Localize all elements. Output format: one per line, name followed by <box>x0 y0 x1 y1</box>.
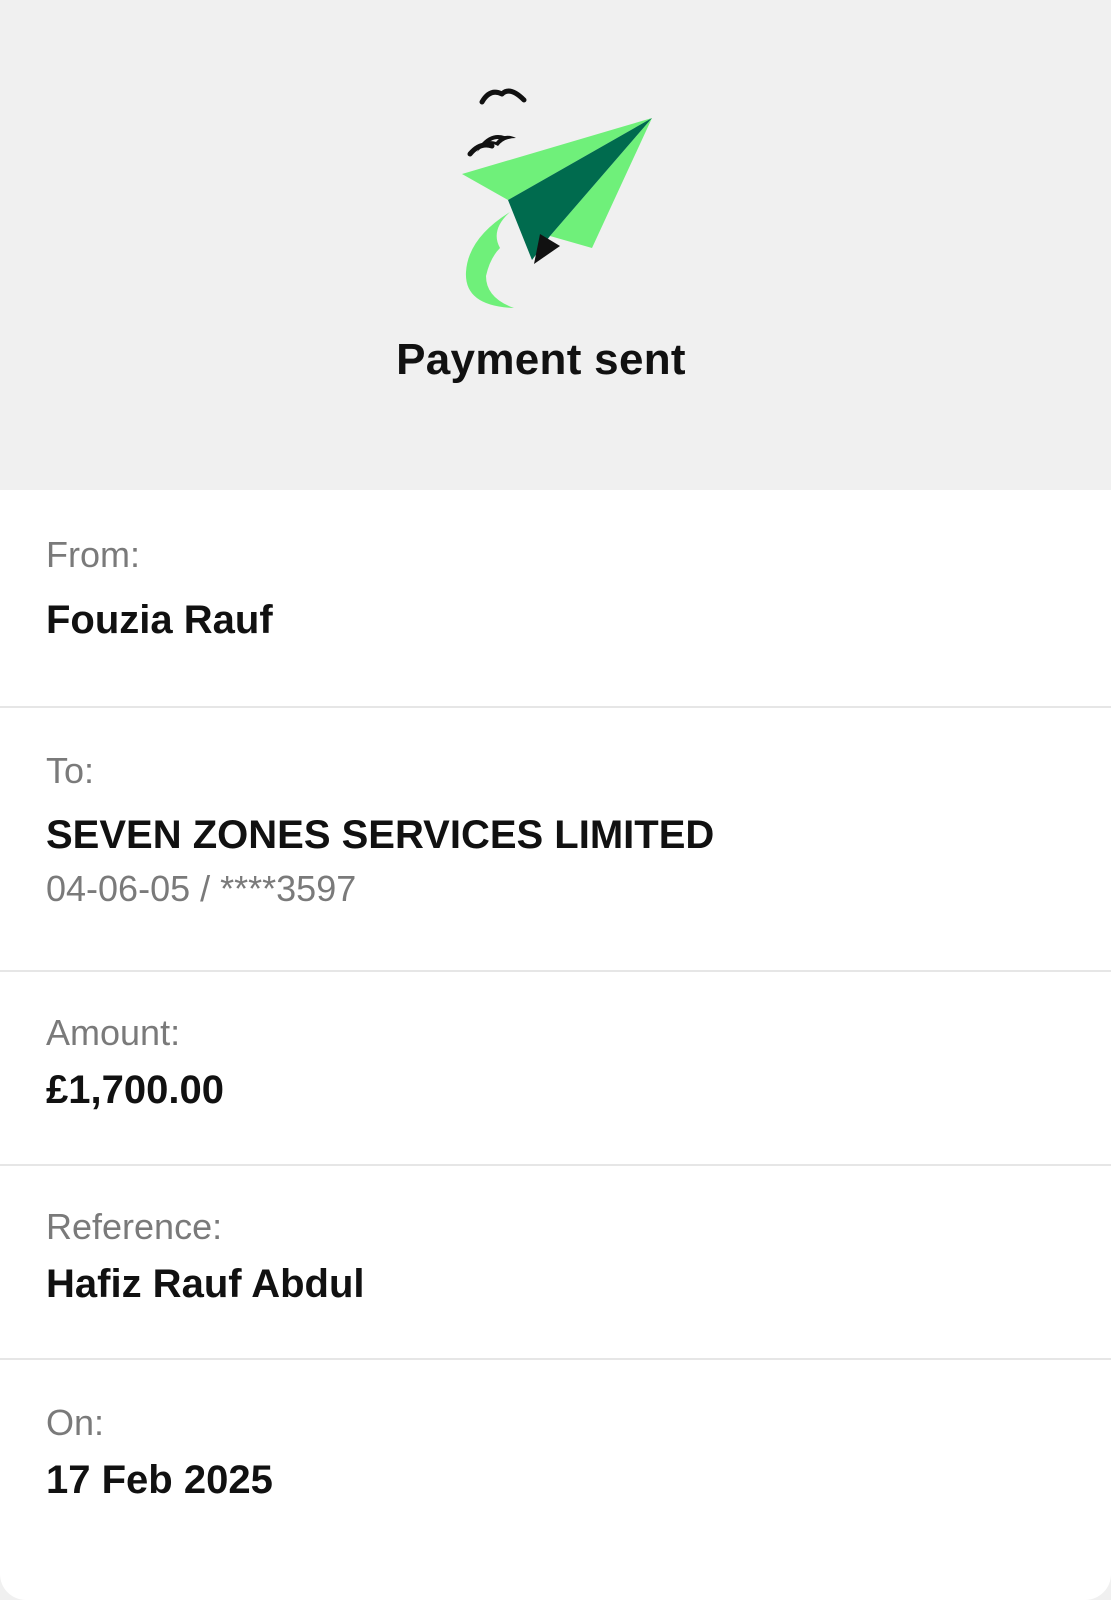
to-value: SEVEN ZONES SERVICES LIMITED <box>46 813 715 857</box>
to-section: To: SEVEN ZONES SERVICES LIMITED 04-06-0… <box>0 708 1111 972</box>
to-account: 04-06-05 / ****3597 <box>46 868 357 909</box>
page-title: Payment sent <box>396 335 686 384</box>
confirmation-header: Payment sent <box>0 0 1111 490</box>
amount-value: £1,700.00 <box>46 1068 224 1112</box>
amount-label: Amount: <box>46 1012 181 1053</box>
date-section: On: 17 Feb 2025 <box>0 1360 1111 1600</box>
date-label: On: <box>46 1402 105 1443</box>
reference-label: Reference: <box>46 1206 223 1247</box>
payment-details-card: From: Fouzia Rauf To: SEVEN ZONES SERVIC… <box>0 490 1111 1600</box>
amount-section: Amount: £1,700.00 <box>0 972 1111 1166</box>
from-label: From: <box>46 534 140 575</box>
date-value: 17 Feb 2025 <box>46 1458 273 1502</box>
paper-plane-icon <box>462 88 652 308</box>
reference-section: Reference: Hafiz Rauf Abdul <box>0 1166 1111 1360</box>
from-value: Fouzia Rauf <box>46 598 273 642</box>
bird-icon <box>479 88 527 105</box>
to-label: To: <box>46 750 95 791</box>
trail-icon <box>465 212 514 308</box>
reference-value: Hafiz Rauf Abdul <box>46 1262 365 1306</box>
from-section: From: Fouzia Rauf <box>0 490 1111 708</box>
